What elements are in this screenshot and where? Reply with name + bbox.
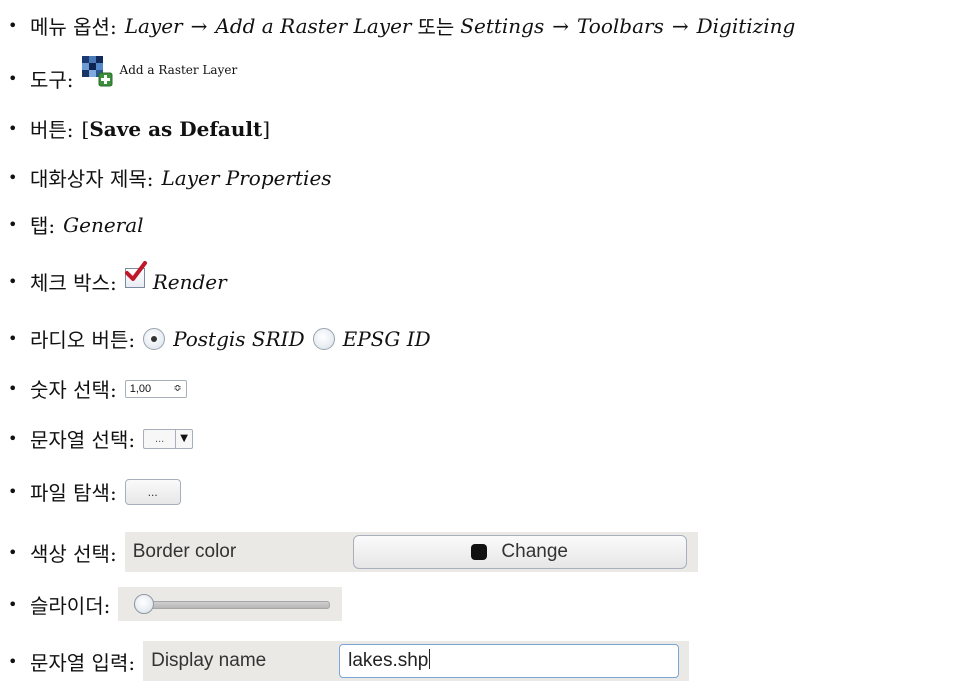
slider-track[interactable] [134, 601, 331, 609]
menu-digitizing: Digitizing [696, 13, 796, 38]
bullet: • [8, 16, 18, 35]
slider-handle[interactable] [134, 594, 155, 614]
item-label: 문자열 입력: [30, 650, 136, 675]
spin-arrows-icon[interactable]: ≎ [173, 383, 181, 394]
item-label: 도구: [30, 67, 74, 92]
check-icon [124, 260, 147, 281]
bullet: • [8, 542, 18, 562]
menu-layer: Layer [124, 13, 183, 38]
item-label: 숫자 선택: [30, 378, 117, 402]
combobox-value: ... [155, 432, 165, 445]
list-item-string-select: • 문자열 선택: ... ▼ [8, 424, 194, 453]
list-item-checkbox: • 체크 박스: Render [8, 260, 227, 296]
input-value: lakes.shp [348, 650, 429, 671]
display-name-input[interactable]: lakes.shp [339, 644, 680, 678]
item-label: 파일 탐색: [30, 481, 117, 505]
list-item-menu-options: • 메뉴 옵션: Layer → Add a Raster Layer 또는 S… [8, 11, 795, 40]
number-spinbox[interactable]: 1,00 ≎ [124, 379, 187, 398]
item-label: 대화상자 제목: [30, 167, 154, 191]
bullet: • [8, 168, 18, 187]
item-label: 슬라이더: [30, 593, 111, 618]
radio-label: EPSG ID [342, 326, 431, 351]
border-color-label: Border color [132, 541, 237, 562]
arrow-icon: → [190, 13, 208, 38]
item-label: 문자열 선택: [30, 428, 136, 452]
tool-label: Add a Raster Layer [119, 63, 238, 77]
menu-add-raster-layer: Add a Raster Layer [215, 13, 412, 38]
item-label: 색상 선택: [30, 541, 117, 566]
gui-elements-list: • 메뉴 옵션: Layer → Add a Raster Layer 또는 S… [0, 0, 969, 687]
item-label: 라디오 버튼: [30, 328, 136, 352]
change-color-button[interactable]: Change [352, 535, 687, 569]
list-item-text-input: • 문자열 입력: Display name lakes.shp [8, 641, 690, 681]
bullet: • [8, 329, 18, 348]
dialog-title-text: Layer Properties [161, 165, 332, 190]
string-combobox[interactable]: ... ▼ [143, 428, 194, 449]
checkbox-label: Render [152, 269, 227, 294]
item-label: 버튼: [30, 118, 74, 142]
arrow-icon: → [552, 13, 570, 38]
bullet: • [8, 429, 18, 448]
connector-text: 또는 [417, 15, 455, 39]
text-input-strip: Display name lakes.shp [143, 641, 690, 681]
radio-label: Postgis SRID [173, 326, 305, 351]
list-item-tool: • 도구: Add a Raster Layer [8, 56, 238, 94]
browse-button[interactable]: ... [124, 478, 181, 505]
radio-epsg-id[interactable] [312, 327, 335, 350]
bullet: • [8, 651, 18, 671]
render-checkbox[interactable] [124, 260, 147, 288]
radio-postgis-srid[interactable] [143, 327, 166, 350]
bullet: • [8, 68, 18, 88]
color-swatch-icon [471, 544, 488, 560]
item-label: 체크 박스: [30, 271, 117, 295]
list-item-slider: • 슬라이더: [8, 587, 343, 621]
spinbox-value: 1,00 [129, 382, 152, 395]
color-select-strip: Border color Change [124, 532, 698, 572]
bracket-close: ] [262, 116, 271, 141]
bracket-open: [ [81, 116, 90, 141]
item-label: 탭: [30, 214, 56, 238]
list-item-color-select: • 색상 선택: Border color Change [8, 532, 698, 572]
slider-widget [118, 587, 343, 621]
text-cursor [429, 649, 431, 669]
tab-general: General [63, 212, 144, 237]
display-name-label: Display name [151, 650, 267, 671]
bullet: • [8, 119, 18, 138]
list-item-number-spin: • 숫자 선택: 1,00 ≎ [8, 374, 187, 403]
bullet: • [8, 482, 18, 501]
save-as-default-button: Save as Default [89, 116, 263, 141]
bullet: • [8, 594, 18, 614]
bullet: • [8, 272, 18, 291]
radio-dot [151, 335, 158, 342]
raster-layer-add-icon[interactable] [81, 56, 114, 88]
list-item-radio: • 라디오 버튼: Postgis SRID EPSG ID [8, 324, 431, 353]
bullet: • [8, 215, 18, 234]
bullet: • [8, 379, 18, 398]
list-item-file-browse: • 파일 탐색: ... [8, 477, 181, 506]
arrow-icon: → [671, 13, 689, 38]
list-item-dialog-title: • 대화상자 제목: Layer Properties [8, 163, 332, 192]
menu-settings: Settings [460, 13, 545, 38]
item-label: 메뉴 옵션: [30, 15, 117, 39]
change-button-label: Change [501, 541, 568, 562]
menu-toolbars: Toolbars [577, 13, 664, 38]
list-item-button: • 버튼: [ Save as Default ] [8, 114, 270, 143]
dropdown-arrow-icon[interactable]: ▼ [175, 429, 192, 448]
list-item-tab: • 탭: General [8, 210, 144, 239]
